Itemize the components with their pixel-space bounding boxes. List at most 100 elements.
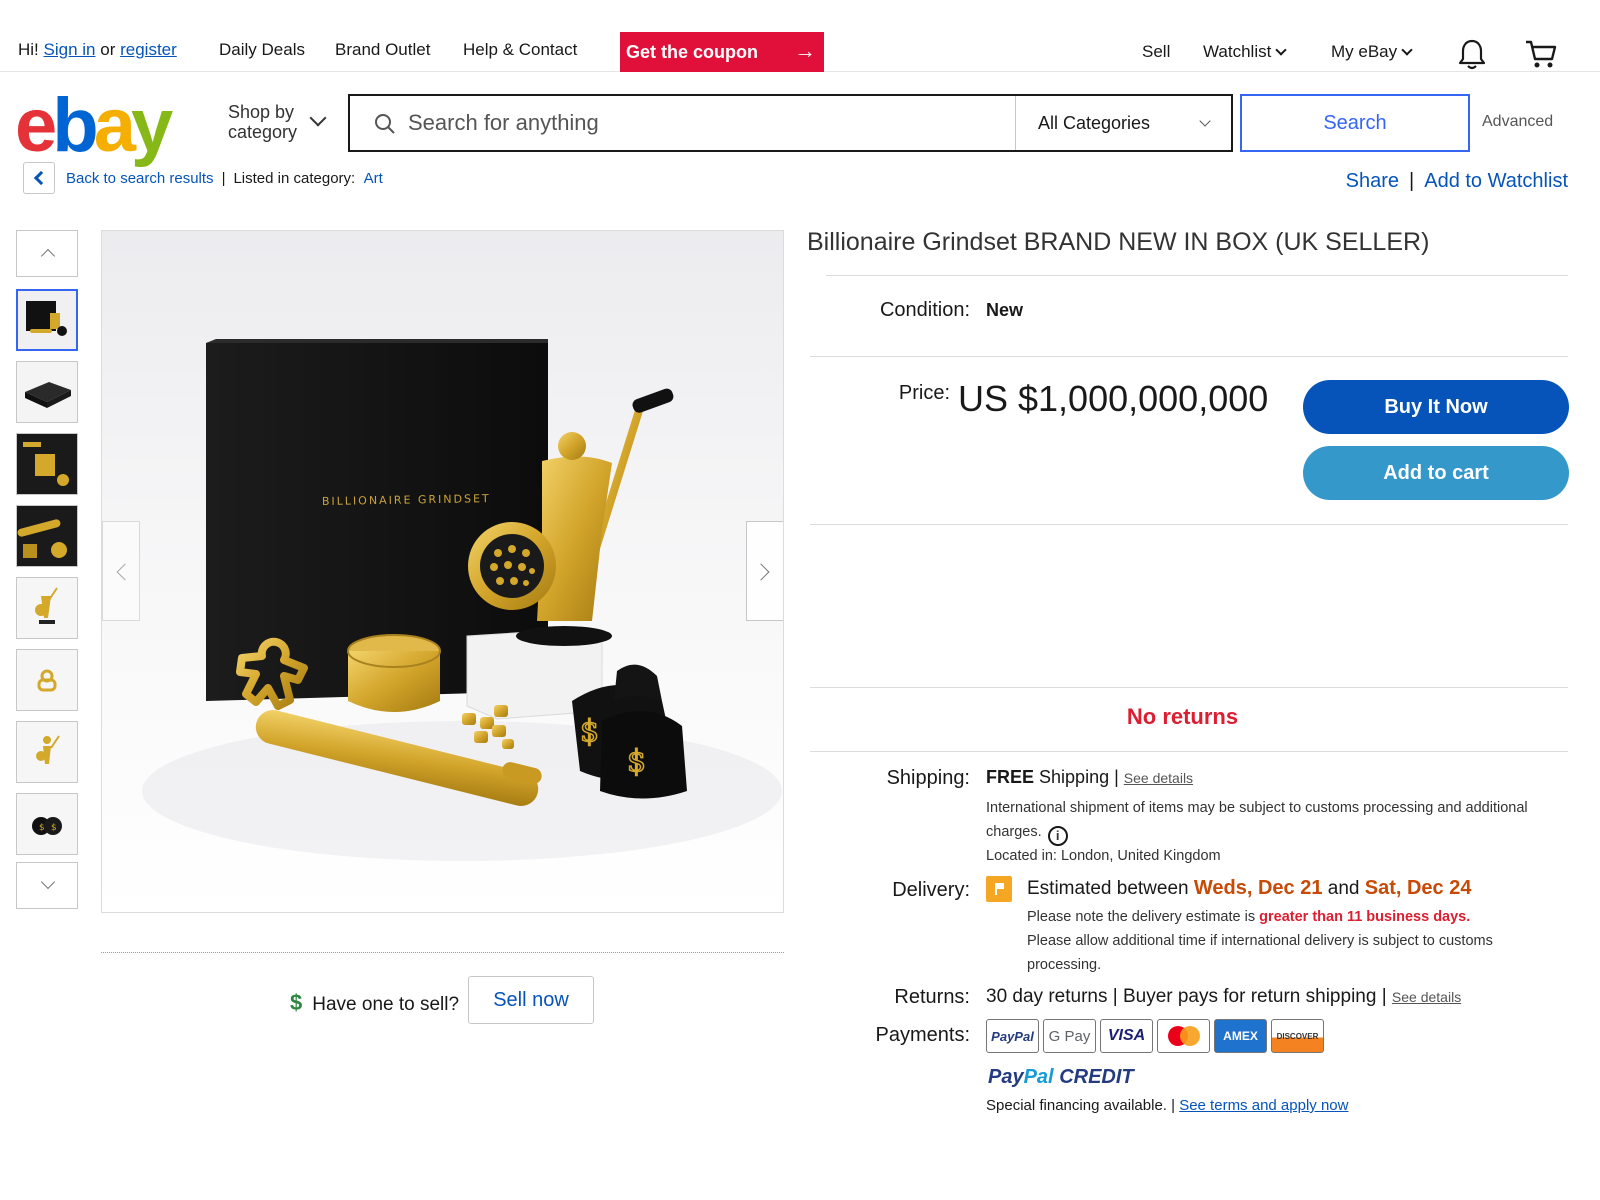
thumbnail-image	[17, 434, 77, 494]
chevron-down-icon	[40, 874, 56, 890]
add-to-cart-button[interactable]: Add to cart	[1303, 446, 1569, 500]
have-one-to-sell: $ Have one to sell?	[290, 990, 459, 1016]
product-photo: BILLIONAIRE GRINDSET $ $	[142, 339, 782, 861]
daily-deals-link[interactable]: Daily Deals	[219, 40, 305, 60]
intl-shipment-note-2: charges. i	[986, 820, 1068, 846]
chevron-down-icon	[1199, 115, 1211, 127]
shipping-free: FREE	[986, 767, 1035, 787]
paypal-credit-logo: PayPal CREDIT	[988, 1066, 1134, 1088]
watchlist-label: Watchlist	[1203, 42, 1272, 61]
shipping-text: Shipping |	[1039, 767, 1119, 787]
chevron-left-icon	[116, 563, 134, 581]
shipping-value: FREE Shipping | See details	[986, 767, 1193, 788]
delivery-estimate: Estimated between Weds, Dec 21 and Sat, …	[1027, 877, 1472, 899]
thumbnails-up-button[interactable]	[16, 230, 78, 277]
flag-icon	[986, 876, 1012, 902]
intl-shipment-note: International shipment of items may be s…	[986, 800, 1528, 816]
back-button[interactable]	[23, 162, 55, 194]
help-contact-link[interactable]: Help & Contact	[463, 40, 577, 60]
back-to-results-link[interactable]: Back to search results	[66, 170, 214, 187]
see-terms-link[interactable]: See terms and apply now	[1179, 1097, 1348, 1114]
info-icon[interactable]: i	[1047, 826, 1068, 846]
thumbnail-5[interactable]	[16, 577, 78, 639]
next-image-button[interactable]	[746, 521, 783, 621]
bell-icon[interactable]	[1457, 38, 1487, 70]
thumbnail-image	[17, 362, 77, 422]
thumbnail-3[interactable]	[16, 433, 78, 495]
add-to-watchlist-link[interactable]: Add to Watchlist	[1424, 170, 1568, 192]
shipping-see-details-link[interactable]: See details	[1124, 770, 1193, 786]
returns-label: Returns:	[894, 986, 970, 1008]
thumbnail-4[interactable]	[16, 505, 78, 567]
thumbnail-6[interactable]	[16, 649, 78, 711]
divider	[810, 687, 1568, 688]
divider	[101, 952, 784, 953]
category-select[interactable]: All Categories	[1015, 96, 1231, 150]
condition-label: Condition:	[879, 299, 970, 321]
thumbnail-2[interactable]	[16, 361, 78, 423]
mastercard-icon	[1157, 1019, 1210, 1053]
listed-in-label: Listed in category:	[233, 170, 356, 187]
located-in: Located in: London, United Kingdom	[986, 848, 1221, 864]
previous-image-button[interactable]	[102, 521, 140, 621]
search-input[interactable]	[350, 96, 1015, 150]
search-icon	[375, 114, 395, 134]
shipping-label: Shipping:	[886, 767, 970, 789]
price-value: US $1,000,000,000	[958, 378, 1269, 419]
advanced-search-link[interactable]: Advanced	[1482, 113, 1553, 131]
mastercard-logo	[1167, 1026, 1200, 1046]
thumbnail-7[interactable]	[16, 721, 78, 783]
amex-icon: AMEX	[1214, 1019, 1267, 1053]
sell-link[interactable]: Sell	[1142, 42, 1170, 62]
register-link[interactable]: register	[120, 40, 177, 59]
delivery-note-2: Please allow additional time if internat…	[1027, 933, 1493, 949]
sell-now-button[interactable]: Sell now	[468, 976, 594, 1024]
sign-in-link[interactable]: Sign in	[44, 40, 96, 59]
shop-by-category-button[interactable]: Shop by category	[228, 102, 308, 142]
divider	[810, 751, 1568, 752]
coupon-banner[interactable]: Get the coupon →	[620, 32, 824, 72]
greeting-hi: Hi!	[18, 40, 39, 59]
my-ebay-menu[interactable]: My eBay	[1331, 42, 1413, 62]
divider	[826, 275, 1568, 276]
svg-text:$: $	[580, 714, 599, 749]
brand-outlet-link[interactable]: Brand Outlet	[335, 40, 430, 60]
share-link[interactable]: Share	[1346, 170, 1399, 192]
chevron-down-icon[interactable]	[309, 109, 327, 127]
chevron-down-icon	[1401, 44, 1413, 56]
search-bar: All Categories	[348, 94, 1233, 152]
search-button[interactable]: Search	[1240, 94, 1470, 152]
ebay-logo[interactable]: ebay	[15, 88, 173, 164]
category-selected: All Categories	[1038, 112, 1151, 133]
share-watch-links: Share | Add to Watchlist	[1345, 170, 1568, 192]
condition-value: New	[986, 300, 1024, 320]
breadcrumb: Back to search results | Listed in categor…	[66, 170, 383, 187]
payments-label: Payments:	[875, 1024, 970, 1046]
returns-see-details-link[interactable]: See details	[1392, 989, 1461, 1005]
returns-value: 30 day returns | Buyer pays for return s…	[986, 986, 1462, 1007]
thumbnail-1[interactable]	[16, 289, 78, 351]
greeting-or: or	[100, 40, 116, 59]
coupon-label: Get the coupon	[626, 41, 758, 62]
buy-it-now-button[interactable]: Buy It Now	[1303, 380, 1569, 434]
divider	[810, 356, 1568, 357]
chevron-right-icon	[752, 563, 770, 581]
category-link[interactable]: Art	[364, 170, 383, 187]
thumbnail-image	[17, 578, 77, 638]
price-label: Price:	[898, 382, 950, 404]
svg-text:$: $	[39, 823, 45, 833]
svg-text:$: $	[627, 744, 646, 779]
thumbnail-8[interactable]: $ $	[16, 793, 78, 855]
watchlist-menu[interactable]: Watchlist	[1203, 42, 1287, 62]
no-returns-notice: No returns	[1126, 704, 1239, 729]
dollar-icon: $	[290, 990, 303, 1015]
delivery-label: Delivery:	[892, 879, 970, 901]
cart-icon[interactable]	[1524, 38, 1558, 70]
svg-text:$: $	[51, 823, 57, 833]
thumbnail-image	[18, 291, 76, 349]
delivery-note: Please note the delivery estimate is gre…	[1027, 909, 1471, 925]
delivery-to-date: Sat, Dec 24	[1364, 877, 1472, 899]
main-product-image[interactable]: BILLIONAIRE GRINDSET $ $	[101, 230, 784, 913]
thumbnail-image	[17, 650, 77, 710]
thumbnails-down-button[interactable]	[16, 862, 78, 909]
